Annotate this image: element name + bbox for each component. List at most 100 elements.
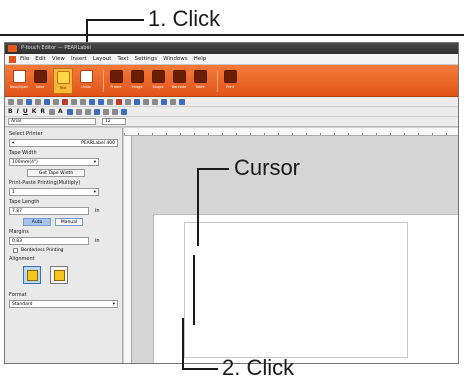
new-icon (12, 69, 26, 83)
ribbon-print-button[interactable]: Print (222, 69, 238, 92)
zoom-out-icon[interactable] (161, 98, 167, 105)
paste-icon[interactable] (80, 98, 86, 105)
align-left-button[interactable] (50, 266, 68, 284)
grid-icon[interactable] (170, 98, 176, 105)
font-size-select[interactable]: 12 (102, 118, 126, 125)
drawing-toolbar (5, 97, 458, 107)
click1-callout: 1. Click (148, 6, 221, 31)
text-align-right-icon[interactable] (84, 108, 91, 115)
menu-windows[interactable]: Windows (163, 56, 188, 62)
ribbon-undo-button[interactable]: Undo (78, 69, 94, 92)
cursor-callout: Cursor (234, 155, 301, 180)
manual-button[interactable]: Manual (55, 218, 83, 226)
menu-edit[interactable]: Edit (35, 56, 46, 62)
zoom-in-icon[interactable] (152, 98, 158, 105)
frame-text-icon[interactable] (48, 108, 55, 115)
margins-input[interactable]: 0.83 (9, 237, 89, 245)
align-center-button[interactable] (23, 266, 41, 284)
shape-icon (151, 69, 165, 83)
layer-icon[interactable] (179, 98, 185, 105)
ribbon-table-button[interactable]: Table (192, 69, 208, 92)
rectangle-icon[interactable] (26, 98, 32, 105)
copy-icon[interactable] (71, 98, 77, 105)
pointer-icon[interactable] (8, 98, 14, 105)
print-paste-label: Print-Paste Printing(Multiply) (9, 180, 81, 186)
italic-icon[interactable]: I (17, 108, 19, 115)
text-align-left-icon[interactable] (66, 108, 73, 115)
alignment-label: Alignment (9, 256, 35, 262)
ribbon-text-button[interactable]: Text (53, 67, 73, 94)
ribbon-separator (217, 69, 218, 92)
printer-select[interactable]: ▾ PEARLabel 400 (9, 139, 118, 147)
cut-icon[interactable] (62, 98, 68, 105)
rounded-rect-icon[interactable] (35, 98, 41, 105)
ribbon-new-button[interactable]: New/Open (10, 69, 28, 92)
image-icon (130, 69, 144, 83)
print-icon (223, 69, 237, 83)
print-paste-select[interactable]: 1 ▾ (9, 188, 99, 196)
group-icon[interactable] (107, 98, 113, 105)
print-paste-value: 1 (12, 190, 15, 195)
text-format-toolbar: B I U K R A (5, 107, 458, 117)
menu-view[interactable]: View (52, 56, 65, 62)
vertical-ruler (124, 136, 132, 363)
align-center-icon[interactable] (134, 98, 140, 105)
menu-layout[interactable]: Layout (93, 56, 112, 62)
text-align-center-icon[interactable] (75, 108, 82, 115)
ribbon-image-button[interactable]: Image (129, 69, 145, 92)
auto-button[interactable]: Auto (23, 218, 51, 226)
tape-length-input[interactable]: 7.87 (9, 207, 89, 215)
menu-logo-icon (9, 55, 16, 63)
shadow-icon[interactable]: R (40, 108, 45, 115)
chevron-down-icon: ▾ (12, 141, 15, 146)
font-family-select[interactable]: Arial (8, 118, 96, 125)
ribbon-separator (103, 69, 104, 92)
text-justify-icon[interactable] (93, 108, 100, 115)
text-fit-icon[interactable] (120, 108, 127, 115)
align-center-icon (26, 269, 38, 281)
vertical-text-icon[interactable] (102, 108, 109, 115)
align-left-icon[interactable] (125, 98, 131, 105)
ribbon-barcode-button[interactable]: Barcode (171, 69, 187, 92)
tape-width-select[interactable]: 100mm(4") ▾ (9, 158, 99, 166)
menu-file[interactable]: File (20, 56, 29, 62)
ungroup-icon[interactable] (116, 98, 122, 105)
align-right-icon[interactable] (143, 98, 149, 105)
ribbon-shape-button[interactable]: Shape (150, 69, 166, 92)
outline-icon[interactable]: K (32, 108, 37, 115)
numbering-icon[interactable] (111, 108, 118, 115)
bold-icon[interactable]: B (8, 108, 13, 115)
menu-insert[interactable]: Insert (71, 56, 87, 62)
menu-settings[interactable]: Settings (135, 56, 158, 62)
tape-width-value: 100mm(4") (12, 160, 38, 165)
click1-line-h (86, 19, 144, 21)
top-rule (0, 34, 464, 36)
underline-icon[interactable]: U (23, 108, 28, 115)
label-printable-area[interactable] (184, 222, 408, 358)
tape-length-label: Tape Length (9, 199, 40, 205)
title-bar: P-touch Editor — PEARLabel (5, 43, 458, 54)
line-icon[interactable] (17, 98, 23, 105)
menu-text[interactable]: Text (117, 56, 128, 62)
property-panel: Select Printer ▾ PEARLabel 400 Tape Widt… (5, 128, 123, 363)
font-bar: Arial 12 (5, 117, 458, 127)
ribbon-save-button[interactable]: Save (32, 69, 48, 92)
align-left-icon (53, 269, 65, 281)
font-color-icon[interactable]: A (58, 108, 63, 115)
click2-line-v (182, 318, 184, 370)
margins-row: 0.83 in (9, 237, 118, 245)
text-icon (56, 70, 70, 84)
format-select[interactable]: Standard ▾ (9, 300, 118, 308)
save-icon (33, 69, 47, 83)
borderless-checkbox[interactable]: Borderless Printing (13, 248, 118, 253)
ribbon-frame-button[interactable]: Frame (108, 69, 124, 92)
undo-icon (79, 69, 93, 83)
polygon-icon[interactable] (53, 98, 59, 105)
get-tape-width-button[interactable]: Get Tape Width (27, 169, 85, 177)
tape-length-unit: in (95, 208, 100, 214)
redo-icon[interactable] (98, 98, 104, 105)
menu-help[interactable]: Help (194, 56, 207, 62)
undo-icon[interactable] (89, 98, 95, 105)
ellipse-icon[interactable] (44, 98, 50, 105)
barcode-icon (172, 69, 186, 83)
